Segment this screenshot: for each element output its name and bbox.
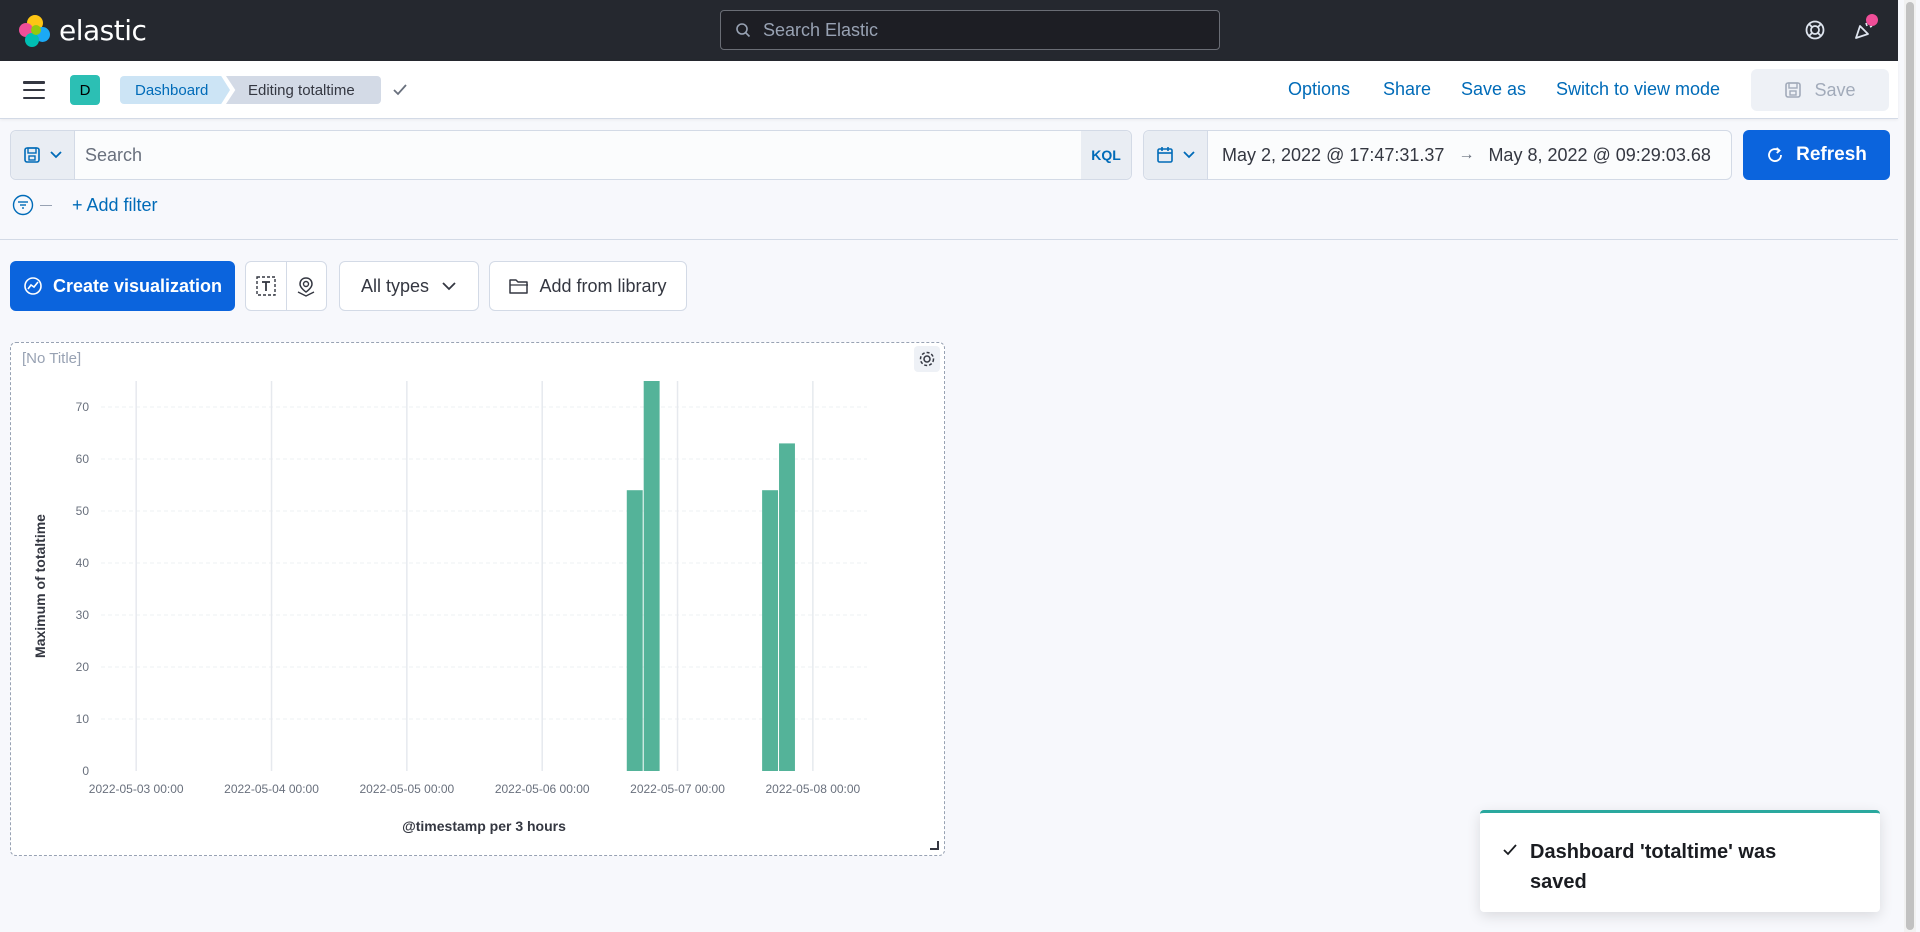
space-avatar[interactable]: D [70,75,100,105]
help-lifebuoy-icon[interactable] [1803,18,1827,42]
y-tick-label: 0 [82,764,89,778]
all-types-label: All types [360,275,430,296]
bar [779,443,795,771]
saved-query-button[interactable] [11,131,75,179]
y-tick-label: 70 [76,400,90,414]
save-icon [1785,82,1802,98]
top-header: elastic [0,0,1898,61]
visualize-app-icon [24,277,42,295]
save-label: Save [1814,79,1856,100]
bar [626,490,643,771]
elastic-logo-icon [19,14,51,47]
create-visualization-label: Create visualization [52,275,223,296]
bar-chart: 0 10 20 30 40 50 60 70 2022-05-03 00:00 2022-05-0… [32,381,867,834]
x-tick-label: 2022-05-03 00:00 [89,782,184,796]
save-as-link[interactable]: Save as [1461,79,1526,100]
bar [762,490,779,771]
x-tick-label: 2022-05-06 00:00 [495,782,590,796]
y-axis-label: Maximum of totaltime [32,514,48,658]
refresh-button[interactable]: Refresh [1743,130,1890,180]
x-tick-label: 2022-05-04 00:00 [224,782,319,796]
quick-date-button[interactable] [1144,131,1208,179]
add-from-library-label: Add from library [539,275,667,296]
text-markdown-icon[interactable] [246,262,287,310]
breadcrumb-dashboard[interactable]: Dashboard [120,76,230,104]
create-visualization-button[interactable]: Create visualization [10,261,235,311]
menu-hamburger-icon[interactable] [23,81,45,99]
save-button[interactable]: Save [1751,69,1889,111]
refresh-icon [1768,147,1783,162]
add-from-library-button[interactable]: Add from library [489,261,687,311]
x-tick-label: 2022-05-08 00:00 [765,782,860,796]
filter-row: + Add filter [12,194,158,216]
scrollbar-thumb[interactable] [1906,2,1914,930]
arrow-right-icon: → [1458,146,1475,163]
kql-toggle-button[interactable]: KQL [1081,131,1131,179]
app-bar: D Dashboard Editing totaltime Options Sh… [0,61,1898,119]
maps-icon[interactable] [287,262,327,310]
check-icon [1503,844,1517,856]
y-tick-label: 40 [76,556,90,570]
search-icon [736,23,751,38]
chevron-down-icon [442,282,456,291]
newsfeed-icon[interactable] [1852,14,1878,42]
saved-check-icon [392,83,408,102]
y-tick-label: 10 [76,712,90,726]
save-icon [23,147,40,163]
breadcrumb-editing: Editing totaltime [226,76,381,104]
filter-icon[interactable] [12,194,34,216]
global-search-input[interactable] [763,19,1203,41]
query-bar: KQL [10,130,1132,180]
x-tick-label: 2022-05-07 00:00 [630,782,725,796]
elastic-logo[interactable]: elastic [19,14,147,47]
query-search-input[interactable] [75,131,1081,179]
refresh-label: Refresh [1796,144,1867,165]
x-tick-label: 2022-05-05 00:00 [359,782,454,796]
switch-view-mode-link[interactable]: Switch to view mode [1556,79,1720,100]
y-tick-label: 30 [76,608,90,622]
bar [643,381,660,771]
filter-divider [40,204,52,206]
folder-open-icon [509,279,529,294]
logo-text: elastic [59,14,147,47]
date-picker: May 2, 2022 @ 17:47:31.37 → May 8, 2022 … [1143,130,1732,180]
visualization-panel[interactable]: [No Title] 0 10 20 30 40 50 60 70 2022-05-03 00:… [10,342,945,856]
x-axis-label: @timestamp per 3 hours [402,818,566,834]
divider [0,239,1898,240]
notification-dot [1866,14,1878,26]
quick-create-group [245,261,327,311]
y-tick-label: 20 [76,660,90,674]
date-start[interactable]: May 2, 2022 @ 17:47:31.37 [1222,145,1444,166]
global-search[interactable] [720,10,1220,50]
date-end[interactable]: May 8, 2022 @ 09:29:03.68 [1488,145,1710,166]
success-toast: Dashboard 'totaltime' was saved [1480,810,1880,912]
y-tick-label: 50 [76,504,90,518]
toast-message: Dashboard 'totaltime' was saved [1530,841,1777,893]
add-filter-link[interactable]: + Add filter [72,195,158,216]
chevron-down-icon [49,151,62,159]
resize-handle-icon[interactable] [930,841,939,850]
options-link[interactable]: Options [1288,79,1350,100]
chevron-down-icon [1182,151,1195,159]
calendar-icon [1156,147,1173,163]
share-link[interactable]: Share [1383,79,1431,100]
y-tick-label: 60 [76,452,90,466]
all-types-dropdown[interactable]: All types [339,261,479,311]
